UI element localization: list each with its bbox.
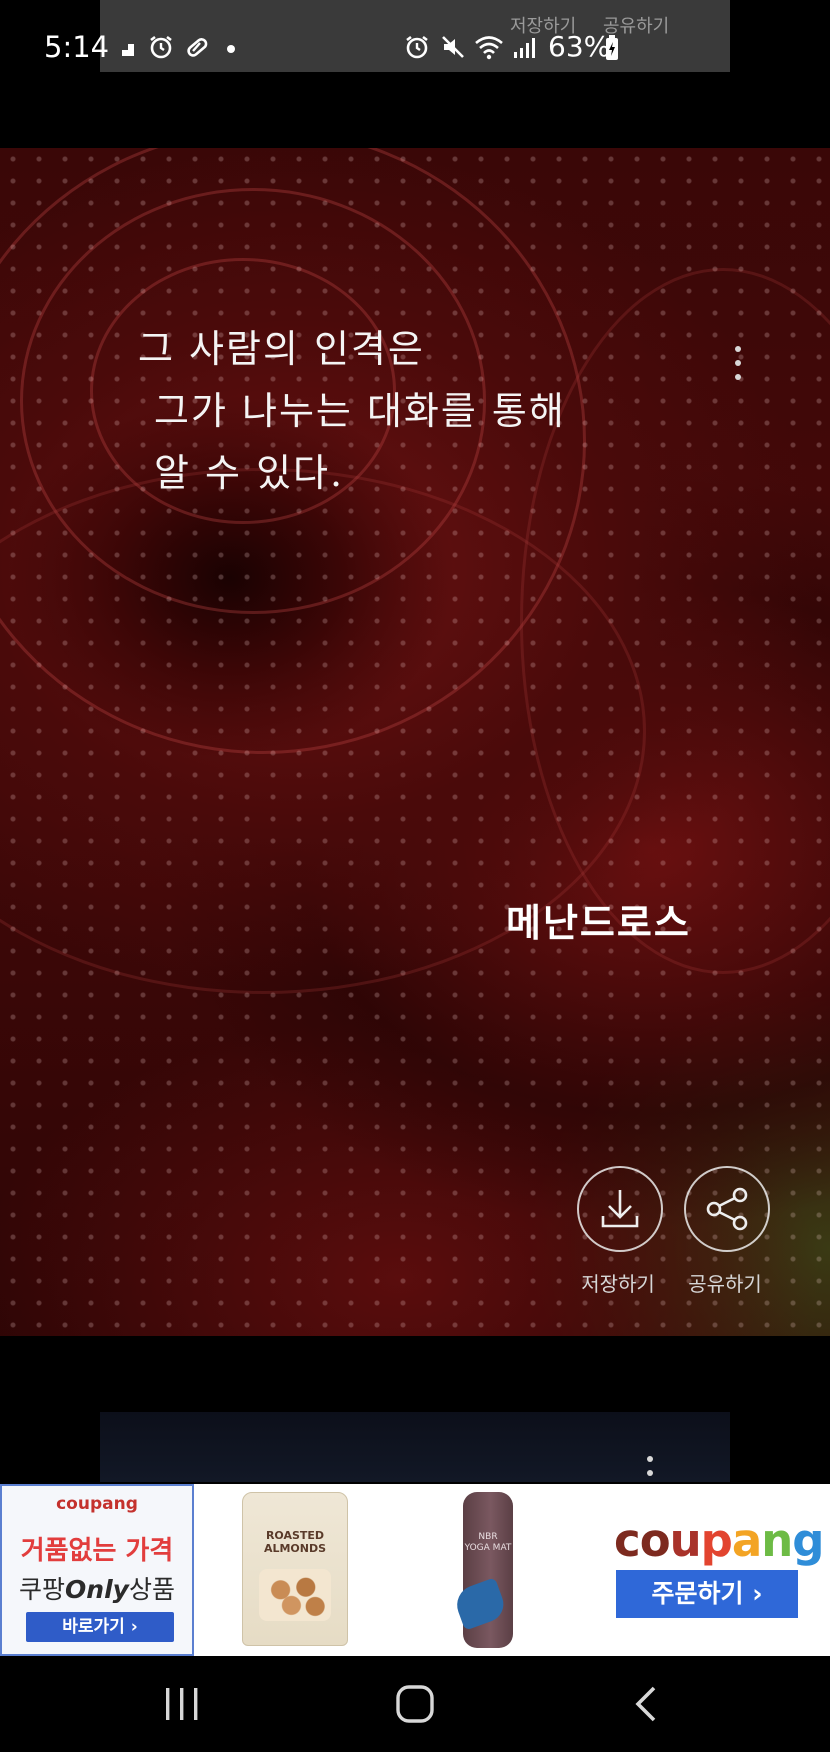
coupang-logo-letter: n bbox=[761, 1514, 793, 1567]
almond-label: ROASTED ALMONDS bbox=[263, 1529, 327, 1555]
battery-icon bbox=[606, 35, 618, 60]
coupang-logo-letter: u bbox=[669, 1514, 702, 1567]
save-button[interactable] bbox=[577, 1166, 663, 1252]
quote-line: 그 사람의 인격은 bbox=[138, 327, 425, 371]
coupang-logo-letter: o bbox=[639, 1514, 671, 1567]
ad-headline: 거품없는 가격 bbox=[20, 1536, 174, 1566]
ad-subline: 쿠팡Only상품 bbox=[2, 1570, 192, 1606]
alarm-icon bbox=[150, 35, 172, 59]
ad-promo-tile[interactable]: coupang 거품없는 가격 쿠팡Only상품 바로가기 › bbox=[0, 1484, 194, 1656]
ad-goto-button[interactable]: 바로가기 › bbox=[26, 1612, 174, 1642]
ad-subline-prefix: 쿠팡 bbox=[19, 1575, 66, 1604]
save-label[interactable]: 저장하기 bbox=[563, 1268, 673, 1297]
coupang-logo-letter: a bbox=[731, 1514, 762, 1567]
ad-product-almonds[interactable]: ROASTED ALMONDS bbox=[194, 1484, 391, 1656]
ad-subline-suffix: 상품 bbox=[128, 1575, 175, 1604]
yoga-mat-image: NBR YOGA MAT bbox=[451, 1492, 513, 1648]
almond-bag-image: ROASTED ALMONDS bbox=[242, 1492, 348, 1646]
coupang-logo-letter: c bbox=[614, 1514, 641, 1567]
pill-icon bbox=[187, 38, 208, 57]
yoga-mat-label: NBR YOGA MAT bbox=[464, 1532, 512, 1553]
system-navigation-bar bbox=[0, 1656, 830, 1752]
signal-icon bbox=[514, 38, 535, 58]
status-time: 5:14 bbox=[44, 30, 110, 64]
coupang-logo: coupang bbox=[614, 1514, 825, 1567]
alarm-right-icon bbox=[406, 35, 428, 59]
wifi-icon bbox=[475, 36, 503, 60]
share-icon bbox=[706, 1187, 748, 1231]
coupang-logo-letter: g bbox=[792, 1514, 824, 1567]
ad-order-tile[interactable]: coupang 주문하기 › bbox=[584, 1484, 830, 1656]
yoga-mat-accent bbox=[451, 1577, 509, 1631]
quote-line: 그가 나누는 대화를 통해 bbox=[154, 389, 566, 433]
quote-author: 메난드로스 bbox=[506, 900, 691, 945]
back-icon[interactable] bbox=[632, 1684, 660, 1724]
almonds-window bbox=[259, 1569, 331, 1621]
coupang-logo-letter: p bbox=[700, 1514, 733, 1567]
ad-subline-only: Only bbox=[65, 1575, 129, 1604]
share-button[interactable] bbox=[684, 1166, 770, 1252]
notification-dot-icon bbox=[227, 45, 235, 53]
download-icon bbox=[601, 1190, 639, 1228]
card-more-icon[interactable] bbox=[728, 342, 748, 386]
ad-product-yoga-mat[interactable]: NBR YOGA MAT bbox=[390, 1484, 585, 1656]
quote-line: 알 수 있다. bbox=[154, 451, 345, 495]
share-label[interactable]: 공유하기 bbox=[670, 1268, 780, 1297]
steps-icon bbox=[114, 44, 134, 56]
coupang-ad-banner[interactable]: coupang 거품없는 가격 쿠팡Only상품 바로가기 › ROASTED A… bbox=[0, 1484, 830, 1656]
coupang-order-button[interactable]: 주문하기 › bbox=[616, 1570, 798, 1618]
battery-percentage: 63% bbox=[548, 30, 611, 63]
quote-text: 그 사람의 인격은 그가 나누는 대화를 통해 알 수 있다. bbox=[138, 318, 566, 504]
home-icon[interactable] bbox=[394, 1684, 436, 1724]
next-wallpaper-card[interactable] bbox=[100, 1412, 730, 1482]
recent-apps-icon[interactable] bbox=[162, 1686, 202, 1722]
mute-icon bbox=[442, 36, 464, 58]
coupang-small-logo: coupang bbox=[56, 1494, 138, 1514]
